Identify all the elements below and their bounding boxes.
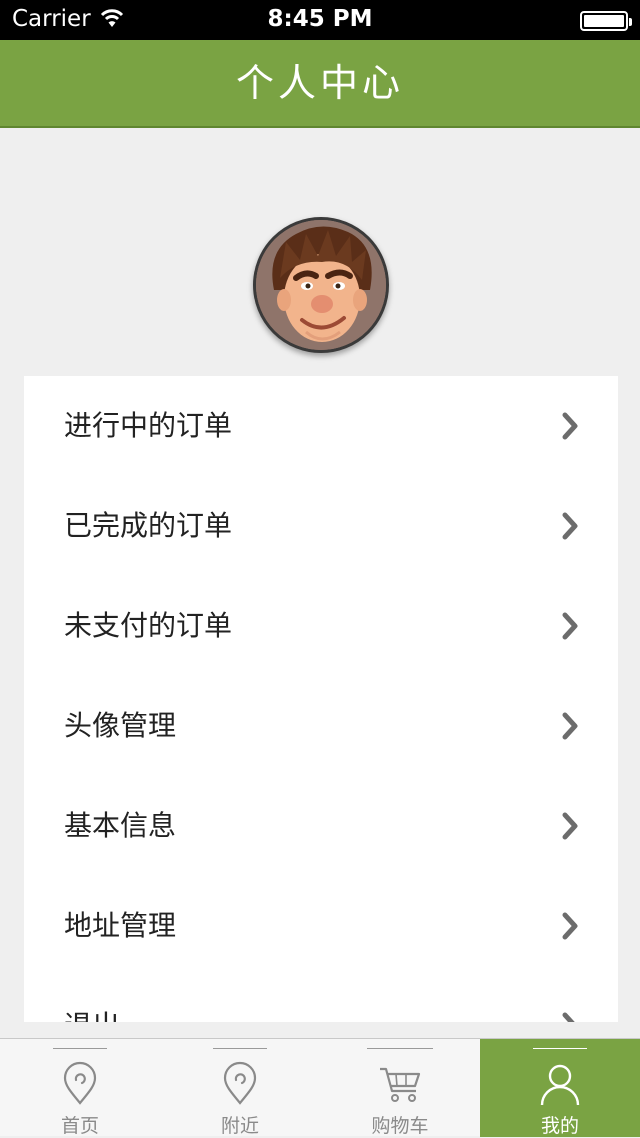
menu-list: 进行中的订单 已完成的订单 未支付的订单 头像管理 基本信息 地址管理 退出 [24,376,618,1022]
tab-mine[interactable]: 我的 [480,1039,640,1137]
battery-icon [580,11,632,31]
menu-item-orders-in-progress[interactable]: 进行中的订单 [24,376,618,476]
menu-item-avatar-management[interactable]: 头像管理 [24,676,618,776]
location-pin-icon [223,1061,257,1105]
menu-item-label: 退出 [64,976,120,1022]
menu-item-label: 进行中的订单 [64,409,233,442]
status-bar: Carrier 8:45 PM [0,0,640,40]
chevron-right-icon [562,412,578,440]
clock: 8:45 PM [267,6,373,32]
chevron-right-icon [562,812,578,840]
tab-bar: 首页 附近 购物车 我的 [0,1038,640,1137]
tab-label: 首页 [60,1115,99,1137]
chevron-right-icon [562,612,578,640]
menu-item-label: 未支付的订单 [64,609,233,642]
menu-item-label: 基本信息 [64,809,177,842]
chevron-right-icon [562,712,578,740]
menu-item-logout[interactable]: 退出 [24,976,618,1022]
menu-item-label: 地址管理 [64,909,177,942]
tab-label: 我的 [540,1115,579,1137]
page-title: 个人中心 [235,61,404,105]
location-pin-icon [63,1061,97,1105]
tab-label: 附近 [220,1115,259,1137]
tab-label: 购物车 [371,1115,429,1137]
chevron-right-icon [562,912,578,940]
tab-home[interactable]: 首页 [0,1039,160,1137]
chevron-right-icon [562,512,578,540]
menu-item-orders-completed[interactable]: 已完成的订单 [24,476,618,576]
menu-item-label: 已完成的订单 [64,509,233,542]
avatar[interactable] [253,217,389,353]
menu-item-label: 头像管理 [64,709,177,742]
person-icon [540,1064,580,1106]
chevron-right-icon [562,1012,575,1022]
menu-item-address-management[interactable]: 地址管理 [24,876,618,976]
menu-item-basic-info[interactable]: 基本信息 [24,776,618,876]
tab-shopping-cart[interactable]: 购物车 [320,1039,480,1137]
shopping-cart-icon [380,1067,421,1102]
navigation-bar: 个人中心 [0,40,640,128]
menu-item-orders-unpaid[interactable]: 未支付的订单 [24,576,618,676]
tab-nearby[interactable]: 附近 [160,1039,320,1137]
cartoon-face-avatar-icon [256,220,386,350]
